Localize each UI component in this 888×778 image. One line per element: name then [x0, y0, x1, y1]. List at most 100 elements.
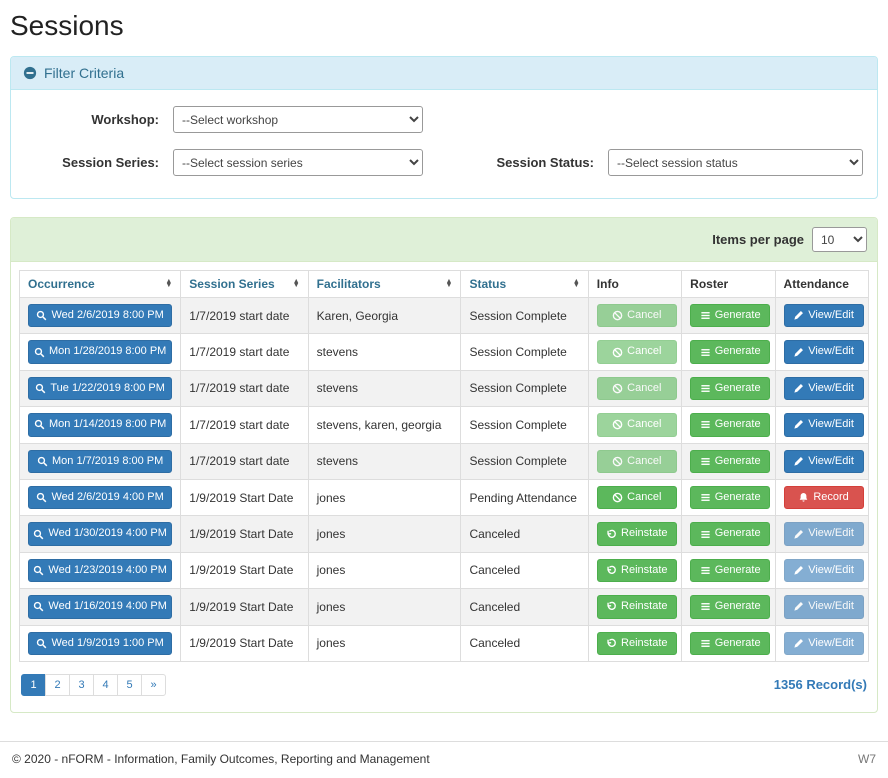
session-series-select[interactable]: --Select session series — [173, 149, 423, 176]
session-series-cell: 1/7/2019 start date — [181, 370, 308, 406]
status-cell: Session Complete — [461, 334, 588, 370]
column-header-status[interactable]: Status▲▼ — [461, 271, 588, 298]
reinstate-button[interactable]: Reinstate — [597, 595, 677, 618]
column-header-roster: Roster — [682, 271, 775, 298]
table-row: Wed 1/30/2019 4:00 PM 1/9/2019 Start Date… — [20, 516, 869, 552]
ban-icon — [612, 310, 623, 321]
cancel-button[interactable]: Cancel — [597, 486, 677, 509]
view-edit-button[interactable]: View/Edit — [784, 413, 864, 436]
generate-button[interactable]: Generate — [690, 304, 770, 327]
pagination-next[interactable]: » — [141, 674, 166, 696]
session-series-cell: 1/9/2019 Start Date — [181, 516, 308, 552]
sort-icon: ▲▼ — [573, 280, 580, 288]
sort-icon: ▲▼ — [446, 280, 453, 288]
generate-button[interactable]: Generate — [690, 559, 770, 582]
pencil-icon — [793, 310, 804, 321]
table-row: Mon 1/7/2019 8:00 PM1/7/2019 start dates… — [20, 443, 869, 479]
facilitators-cell: jones — [308, 479, 461, 515]
view-edit-button[interactable]: View/Edit — [784, 450, 864, 473]
sessions-panel-heading: Items per page 10 — [11, 218, 877, 262]
reinstate-button[interactable]: Reinstate — [597, 559, 677, 582]
status-cell: Session Complete — [461, 443, 588, 479]
generate-button[interactable]: Generate — [690, 450, 770, 473]
items-per-page-select[interactable]: 10 — [812, 227, 867, 252]
page: Sessions Filter Criteria Workshop: --Sel… — [0, 0, 888, 778]
generate-button[interactable]: Generate — [690, 340, 770, 363]
session-status-select[interactable]: --Select session status — [608, 149, 863, 176]
occurrence-button[interactable]: Mon 1/14/2019 8:00 PM — [28, 413, 172, 436]
generate-button[interactable]: Generate — [690, 377, 770, 400]
facilitators-cell: stevens, karen, georgia — [308, 407, 461, 443]
ban-icon — [612, 419, 623, 430]
occurrence-button[interactable]: Wed 2/6/2019 4:00 PM — [28, 486, 172, 509]
reinstate-button[interactable]: Reinstate — [597, 522, 677, 545]
sessions-tbody: Wed 2/6/2019 8:00 PM 1/7/2019 start dateK… — [20, 298, 869, 662]
workshop-select[interactable]: --Select workshop — [173, 106, 423, 133]
status-cell: Session Complete — [461, 298, 588, 334]
record-button[interactable]: Record — [784, 486, 864, 509]
table-row: Wed 1/23/2019 4:00 PM1/9/2019 Start Date… — [20, 552, 869, 588]
view-edit-button: View/Edit — [784, 522, 864, 545]
table-row: Wed 1/16/2019 4:00 PM 1/9/2019 Start Date… — [20, 589, 869, 625]
pagination-page-1[interactable]: 1 — [21, 674, 46, 696]
generate-button[interactable]: Generate — [690, 413, 770, 436]
facilitators-cell: stevens — [308, 443, 461, 479]
footer-env: W7 — [858, 752, 876, 766]
reinstate-button[interactable]: Reinstate — [597, 632, 677, 655]
status-cell: Session Complete — [461, 370, 588, 406]
column-header-occurrence[interactable]: Occurrence▲▼ — [20, 271, 181, 298]
search-icon — [34, 347, 45, 358]
pagination-page-2[interactable]: 2 — [45, 674, 70, 696]
session-series-label: Session Series: — [23, 155, 173, 170]
occurrence-button[interactable]: Mon 1/28/2019 8:00 PM — [28, 340, 172, 363]
generate-button[interactable]: Generate — [690, 595, 770, 618]
view-edit-button[interactable]: View/Edit — [784, 377, 864, 400]
session-series-cell: 1/9/2019 Start Date — [181, 625, 308, 661]
ban-icon — [612, 492, 623, 503]
table-footer: 12345» 1356 Record(s) — [19, 662, 869, 704]
facilitators-cell: stevens — [308, 334, 461, 370]
cancel-button: Cancel — [597, 340, 677, 363]
pagination-page-5[interactable]: 5 — [117, 674, 142, 696]
ban-icon — [612, 383, 623, 394]
generate-button[interactable]: Generate — [690, 632, 770, 655]
items-per-page-label: Items per page — [712, 232, 804, 247]
pencil-icon — [793, 419, 804, 430]
occurrence-button[interactable]: Wed 1/23/2019 4:00 PM — [28, 559, 172, 582]
facilitators-cell: Karen, Georgia — [308, 298, 461, 334]
view-edit-button[interactable]: View/Edit — [784, 304, 864, 327]
status-cell: Session Complete — [461, 407, 588, 443]
occurrence-button[interactable]: Mon 1/7/2019 8:00 PM — [28, 450, 172, 473]
filter-panel-heading[interactable]: Filter Criteria — [11, 57, 877, 90]
view-edit-button: View/Edit — [784, 595, 864, 618]
list-icon — [700, 565, 711, 576]
occurrence-button[interactable]: Wed 1/9/2019 1:00 PM — [28, 632, 172, 655]
cancel-button: Cancel — [597, 304, 677, 327]
list-icon — [700, 638, 711, 649]
facilitators-cell: jones — [308, 552, 461, 588]
status-cell: Canceled — [461, 552, 588, 588]
list-icon — [700, 492, 711, 503]
occurrence-button[interactable]: Wed 1/30/2019 4:00 PM — [28, 522, 172, 545]
search-icon — [34, 419, 45, 430]
occurrence-button[interactable]: Tue 1/22/2019 8:00 PM — [28, 377, 172, 400]
column-header-facilitators[interactable]: Facilitators▲▼ — [308, 271, 461, 298]
session-series-cell: 1/9/2019 Start Date — [181, 589, 308, 625]
pencil-icon — [793, 638, 804, 649]
column-header-session-series[interactable]: Session Series▲▼ — [181, 271, 308, 298]
search-icon — [33, 565, 44, 576]
generate-button[interactable]: Generate — [690, 522, 770, 545]
generate-button[interactable]: Generate — [690, 486, 770, 509]
facilitators-cell: stevens — [308, 370, 461, 406]
filter-panel: Filter Criteria Workshop: --Select works… — [10, 56, 878, 199]
cancel-button: Cancel — [597, 450, 677, 473]
occurrence-button[interactable]: Wed 1/16/2019 4:00 PM — [28, 595, 172, 618]
collapse-minus-icon[interactable] — [23, 66, 37, 80]
table-header-row: Occurrence▲▼ Session Series▲▼ Facilitato… — [20, 271, 869, 298]
pagination-page-4[interactable]: 4 — [93, 674, 118, 696]
sessions-table: Occurrence▲▼ Session Series▲▼ Facilitato… — [19, 270, 869, 662]
view-edit-button[interactable]: View/Edit — [784, 340, 864, 363]
search-icon — [33, 601, 44, 612]
occurrence-button[interactable]: Wed 2/6/2019 8:00 PM — [28, 304, 172, 327]
pagination-page-3[interactable]: 3 — [69, 674, 94, 696]
